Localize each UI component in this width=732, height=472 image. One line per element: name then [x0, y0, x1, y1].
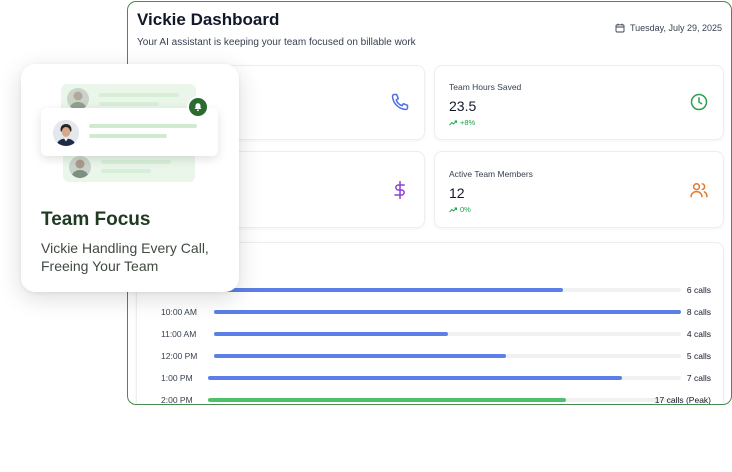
avatar	[67, 88, 89, 110]
stat-value: 23.5	[449, 98, 477, 114]
bell-icon	[194, 103, 202, 112]
activity-row: 12:00 PM 5 calls	[151, 349, 711, 363]
activity-row: 10:00 AM 8 calls	[151, 305, 711, 319]
stat-label: Active Team Members	[449, 169, 533, 179]
activity-time: 2:00 PM	[161, 395, 193, 405]
team-focus-promo-card: Team Focus Vickie Handling Every Call, F…	[21, 64, 239, 292]
users-icon	[690, 183, 708, 198]
dollar-icon	[394, 180, 405, 200]
phone-icon	[391, 93, 409, 111]
activity-row: 11:00 AM 4 calls	[151, 327, 711, 341]
activity-bar	[214, 332, 448, 336]
activity-call-count: 7 calls	[686, 373, 711, 383]
activity-row: 2:00 PM 17 calls (Peak)	[151, 393, 711, 405]
activity-call-count: 6 calls	[686, 285, 711, 295]
stat-trend-value: 0%	[460, 205, 471, 214]
avatar	[53, 120, 79, 146]
activity-bar-track	[208, 398, 681, 402]
page-title: Vickie Dashboard	[137, 10, 280, 29]
avatar	[69, 156, 91, 178]
activity-time: 11:00 AM	[161, 329, 197, 339]
activity-time: 12:00 PM	[161, 351, 198, 361]
activity-call-count: 8 calls	[686, 307, 711, 317]
activity-time: 1:00 PM	[161, 373, 193, 383]
calendar-icon	[615, 23, 625, 33]
activity-time: 10:00 AM	[161, 307, 197, 317]
activity-row: 1:00 PM 7 calls	[151, 371, 711, 385]
notification-ghost-bottom	[63, 152, 195, 182]
promo-title: Team Focus	[41, 209, 151, 230]
activity-bar-track	[214, 354, 681, 358]
activity-bar	[208, 376, 622, 380]
activity-bar-track	[209, 288, 681, 292]
stat-label: Team Hours Saved	[449, 82, 522, 92]
activity-call-count: 4 calls	[686, 329, 711, 339]
promo-text: Vickie Handling Every Call, Freeing Your…	[41, 240, 209, 274]
activity-bar-track	[208, 376, 681, 380]
trend-up-icon	[449, 120, 457, 125]
stat-card-team-members[interactable]: Active Team Members 12 0%	[434, 151, 724, 228]
notification-bell-badge	[187, 96, 209, 118]
activity-call-count: 5 calls	[686, 351, 711, 361]
date-display: Tuesday, July 29, 2025	[615, 23, 722, 33]
stat-card-hours-saved[interactable]: Team Hours Saved 23.5 +8%	[434, 65, 724, 140]
activity-bar-peak	[208, 398, 566, 402]
stat-trend-value: +8%	[460, 118, 476, 127]
activity-bar	[214, 310, 681, 314]
stat-trend: +8%	[449, 118, 475, 127]
trend-up-icon	[449, 207, 457, 212]
page-subtitle: Your AI assistant is keeping your team f…	[137, 37, 416, 48]
activity-call-count: 17 calls (Peak)	[654, 395, 711, 405]
clock-icon	[690, 93, 708, 111]
stat-value: 12	[449, 185, 465, 201]
activity-bar	[209, 288, 563, 292]
activity-bar	[214, 354, 506, 358]
activity-bar-track	[214, 332, 681, 336]
activity-bar-track	[214, 310, 681, 314]
stat-trend: 0%	[449, 205, 471, 214]
date-text: Tuesday, July 29, 2025	[629, 23, 722, 33]
